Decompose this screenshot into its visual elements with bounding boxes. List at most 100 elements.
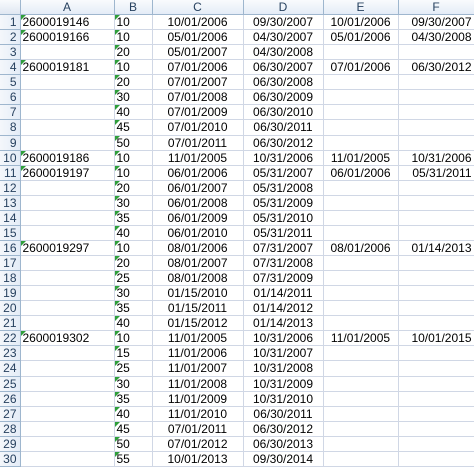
cell-c[interactable]: 07/01/2011 — [152, 421, 244, 437]
cell-b[interactable]: 30 — [114, 195, 153, 211]
cell-f[interactable]: 10/01/2015 — [398, 330, 474, 347]
cell-d[interactable]: 06/30/2008 — [243, 74, 324, 91]
cell-a[interactable] — [20, 104, 115, 121]
cell-c[interactable]: 01/15/2012 — [152, 315, 244, 332]
row-header[interactable]: 19 — [0, 285, 21, 302]
cell-a[interactable] — [20, 285, 115, 302]
cell-d[interactable]: 07/31/2008 — [243, 255, 324, 272]
cell-b[interactable]: 20 — [114, 44, 153, 61]
cell-c[interactable]: 11/01/2005 — [152, 150, 244, 166]
cell-e[interactable] — [323, 285, 399, 302]
cell-e[interactable] — [323, 436, 399, 452]
cell-e[interactable] — [323, 360, 399, 377]
cell-d[interactable]: 10/31/2008 — [243, 360, 324, 377]
cell-f[interactable]: 09/30/2007 — [398, 14, 474, 31]
cell-a[interactable]: 2600019166 — [20, 29, 115, 46]
cell-b[interactable]: 10 — [114, 14, 153, 31]
cell-e[interactable] — [323, 345, 399, 362]
cell-f[interactable] — [398, 210, 474, 226]
cell-f[interactable] — [398, 391, 474, 407]
cell-a[interactable]: 2600019146 — [20, 14, 115, 31]
cell-b[interactable]: 20 — [114, 180, 153, 196]
row-header[interactable]: 29 — [0, 436, 21, 452]
cell-b[interactable]: 45 — [114, 119, 153, 136]
cell-d[interactable]: 05/31/2007 — [243, 165, 324, 181]
cell-d[interactable]: 06/30/2012 — [243, 135, 324, 151]
cell-c[interactable]: 11/01/2005 — [152, 330, 244, 347]
cell-c[interactable]: 11/01/2008 — [152, 376, 244, 392]
cell-d[interactable]: 01/14/2013 — [243, 315, 324, 332]
row-header[interactable]: 28 — [0, 421, 21, 437]
cell-c[interactable]: 05/01/2006 — [152, 29, 244, 46]
cell-c[interactable]: 07/01/2009 — [152, 104, 244, 121]
cell-d[interactable]: 05/31/2009 — [243, 195, 324, 211]
cell-b[interactable]: 40 — [114, 225, 153, 241]
cell-a[interactable] — [20, 345, 115, 362]
column-header-b[interactable]: B — [114, 0, 153, 15]
column-header-f[interactable]: F — [398, 0, 474, 15]
cell-e[interactable] — [323, 210, 399, 226]
cell-d[interactable]: 04/30/2008 — [243, 44, 324, 61]
row-header[interactable]: 4 — [0, 59, 21, 76]
cell-e[interactable] — [323, 300, 399, 317]
cell-d[interactable]: 09/30/2007 — [243, 14, 324, 31]
cell-c[interactable]: 01/15/2011 — [152, 300, 244, 317]
cell-f[interactable] — [398, 104, 474, 121]
cell-b[interactable]: 20 — [114, 74, 153, 91]
cell-d[interactable]: 07/31/2007 — [243, 240, 324, 257]
cell-b[interactable]: 50 — [114, 436, 153, 452]
cell-c[interactable]: 06/01/2006 — [152, 165, 244, 181]
cell-e[interactable] — [323, 89, 399, 106]
cell-e[interactable]: 07/01/2006 — [323, 59, 399, 76]
row-header[interactable]: 2 — [0, 29, 21, 46]
cell-a[interactable] — [20, 376, 115, 392]
cell-f[interactable] — [398, 300, 474, 317]
cell-b[interactable]: 10 — [114, 165, 153, 181]
cell-f[interactable] — [398, 315, 474, 332]
cell-e[interactable] — [323, 74, 399, 91]
cell-c[interactable]: 08/01/2006 — [152, 240, 244, 257]
cell-f[interactable] — [398, 360, 474, 377]
cell-d[interactable]: 04/30/2007 — [243, 29, 324, 46]
cell-f[interactable] — [398, 436, 474, 452]
cell-a[interactable] — [20, 360, 115, 377]
cell-a[interactable] — [20, 119, 115, 136]
cell-f[interactable] — [398, 285, 474, 302]
cell-e[interactable] — [323, 180, 399, 196]
cell-d[interactable]: 10/31/2007 — [243, 345, 324, 362]
cell-a[interactable] — [20, 451, 115, 467]
row-header[interactable]: 12 — [0, 180, 21, 196]
cell-d[interactable]: 05/31/2010 — [243, 210, 324, 226]
row-header[interactable]: 24 — [0, 360, 21, 377]
cell-a[interactable] — [20, 135, 115, 151]
cell-d[interactable]: 06/30/2011 — [243, 119, 324, 136]
cell-a[interactable] — [20, 406, 115, 422]
cell-c[interactable]: 07/01/2010 — [152, 119, 244, 136]
cell-b[interactable]: 10 — [114, 240, 153, 257]
cell-c[interactable]: 08/01/2008 — [152, 270, 244, 287]
cell-c[interactable]: 08/01/2007 — [152, 255, 244, 272]
cell-e[interactable] — [323, 44, 399, 61]
cell-b[interactable]: 10 — [114, 29, 153, 46]
cell-f[interactable] — [398, 89, 474, 106]
cell-f[interactable] — [398, 255, 474, 272]
cell-b[interactable]: 40 — [114, 104, 153, 121]
cell-f[interactable] — [398, 135, 474, 151]
cell-f[interactable]: 06/30/2012 — [398, 59, 474, 76]
cell-e[interactable] — [323, 119, 399, 136]
cell-f[interactable] — [398, 345, 474, 362]
cell-a[interactable]: 2600019197 — [20, 165, 115, 181]
row-header[interactable]: 9 — [0, 135, 21, 151]
row-header[interactable]: 7 — [0, 104, 21, 121]
cell-e[interactable]: 11/01/2005 — [323, 150, 399, 166]
cell-b[interactable]: 30 — [114, 285, 153, 302]
row-header[interactable]: 30 — [0, 451, 21, 467]
cell-d[interactable]: 10/31/2010 — [243, 391, 324, 407]
cell-f[interactable] — [398, 421, 474, 437]
cell-b[interactable]: 40 — [114, 406, 153, 422]
cell-a[interactable] — [20, 225, 115, 241]
cell-a[interactable]: 2600019181 — [20, 59, 115, 76]
row-header[interactable]: 20 — [0, 300, 21, 317]
cell-a[interactable] — [20, 195, 115, 211]
cell-b[interactable]: 35 — [114, 300, 153, 317]
